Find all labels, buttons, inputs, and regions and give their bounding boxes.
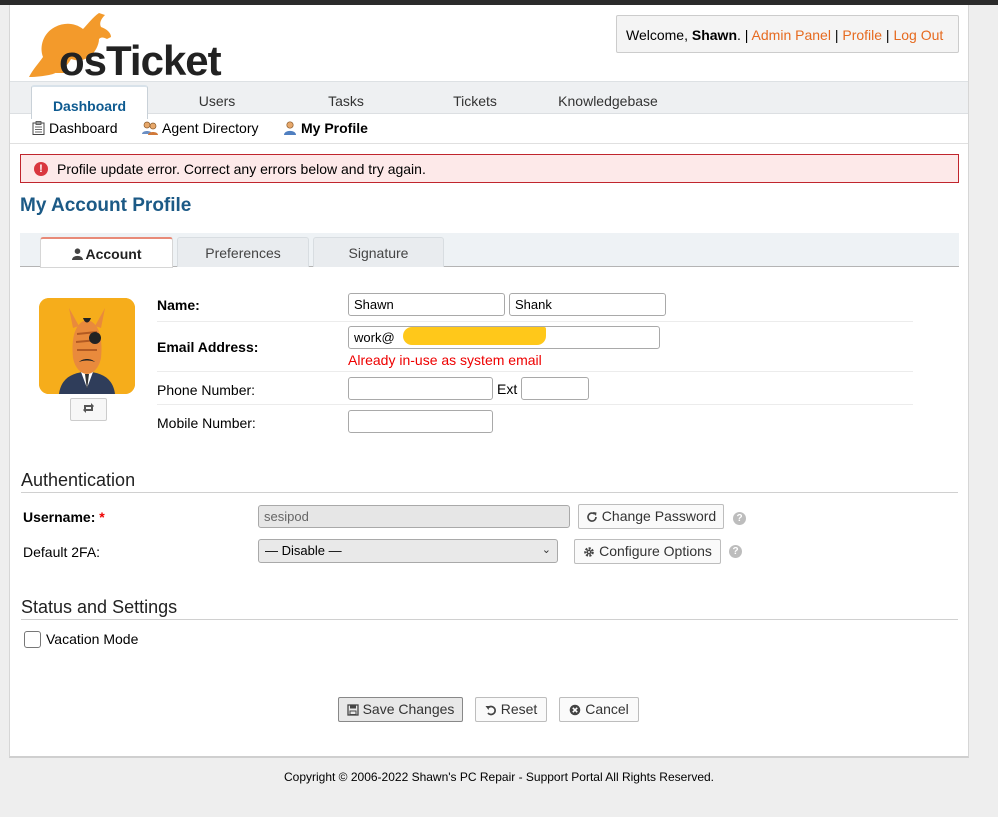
welcome-suffix: . xyxy=(737,27,745,43)
mobile-label: Mobile Number: xyxy=(157,415,256,431)
first-name-input[interactable]: Shawn xyxy=(348,293,505,316)
subnav-item-my-profile[interactable]: My Profile xyxy=(283,120,368,136)
change-password-button[interactable]: Change Password xyxy=(578,504,724,529)
vacation-mode-checkbox[interactable] xyxy=(24,631,41,648)
phone-label: Phone Number: xyxy=(157,382,256,398)
username-label: Username: * xyxy=(23,509,105,525)
tab-account-label: Account xyxy=(85,246,142,262)
tab-signature[interactable]: Signature xyxy=(313,237,444,267)
logout-link[interactable]: Log Out xyxy=(893,27,943,43)
authentication-title: Authentication xyxy=(21,470,136,490)
refresh-icon xyxy=(587,512,597,522)
profile-link[interactable]: Profile xyxy=(842,27,882,43)
subnav-label-dashboard: Dashboard xyxy=(49,120,118,136)
agents-icon xyxy=(142,121,158,135)
section-divider xyxy=(21,492,958,493)
cancel-label: Cancel xyxy=(585,701,629,717)
nav-tab-tasks[interactable]: Tasks xyxy=(306,82,386,114)
user-profile-icon xyxy=(284,121,296,135)
default-2fa-selected: — Disable — xyxy=(265,543,342,558)
divider xyxy=(157,321,913,322)
change-password-label: Change Password xyxy=(601,508,717,524)
configure-options-label: Configure Options xyxy=(599,543,712,559)
undo-icon xyxy=(485,705,496,716)
retweet-icon xyxy=(83,403,94,413)
page-container: osTicket Welcome, Shawn. | Admin Panel |… xyxy=(9,5,969,758)
username-input: sesipod xyxy=(258,505,570,528)
logo-wordmark: osTicket xyxy=(59,37,222,84)
welcome-user-name: Shawn xyxy=(691,27,737,43)
default-2fa-select[interactable]: — Disable — ⌄ xyxy=(258,539,558,563)
mobile-input[interactable] xyxy=(348,410,493,433)
divider xyxy=(157,371,913,372)
username-label-text: Username: xyxy=(23,509,96,525)
required-marker: * xyxy=(99,509,105,525)
subnav-label-agent-directory: Agent Directory xyxy=(162,120,259,136)
change-avatar-button[interactable] xyxy=(70,398,107,421)
reset-label: Reset xyxy=(500,701,538,717)
phone-input[interactable] xyxy=(348,377,493,400)
help-icon[interactable]: ? xyxy=(733,512,746,525)
nav-tab-tickets[interactable]: Tickets xyxy=(434,82,516,114)
help-icon[interactable]: ? xyxy=(729,545,742,558)
vacation-mode-label: Vacation Mode xyxy=(46,631,139,647)
error-icon: ! xyxy=(34,162,48,176)
main-nav: Dashboard Users Tasks Tickets Knowledgeb… xyxy=(10,81,968,119)
nav-tab-knowledgebase[interactable]: Knowledgebase xyxy=(550,82,666,114)
footer-copyright: Copyright © 2006-2022 Shawn's PC Repair … xyxy=(283,770,714,784)
nav-tab-dashboard[interactable]: Dashboard xyxy=(31,85,148,119)
subnav-item-agent-directory[interactable]: Agent Directory xyxy=(142,120,258,136)
last-name-input[interactable]: Shank xyxy=(509,293,666,316)
user-icon xyxy=(71,248,83,260)
redaction-mark xyxy=(403,327,546,345)
name-label: Name: xyxy=(157,297,200,313)
subnav-item-dashboard[interactable]: Dashboard xyxy=(32,120,118,136)
osticket-logo[interactable]: osTicket xyxy=(19,11,229,84)
save-changes-button[interactable]: Save Changes xyxy=(338,697,463,722)
cancel-icon xyxy=(569,704,581,716)
sub-nav: Dashboard Agent Directory My Profile xyxy=(10,115,968,144)
tab-account[interactable]: Account xyxy=(40,237,173,268)
divider xyxy=(157,404,913,405)
default-2fa-label: Default 2FA: xyxy=(23,544,101,560)
subnav-label-my-profile: My Profile xyxy=(301,120,368,136)
cancel-button[interactable]: Cancel xyxy=(559,697,639,722)
admin-panel-link[interactable]: Admin Panel xyxy=(752,27,831,43)
section-divider xyxy=(21,619,958,620)
page-title: My Account Profile xyxy=(20,195,192,216)
gear-icon xyxy=(584,547,594,557)
status-settings-title: Status and Settings xyxy=(21,597,178,617)
avatar xyxy=(39,298,135,394)
ext-label: Ext xyxy=(497,381,518,397)
welcome-prefix: Welcome, xyxy=(626,27,692,43)
reset-button[interactable]: Reset xyxy=(475,697,547,722)
nav-tab-users[interactable]: Users xyxy=(176,82,258,114)
chevron-down-icon: ⌄ xyxy=(541,544,551,556)
user-welcome-box: Welcome, Shawn. | Admin Panel | Profile … xyxy=(616,15,959,53)
profile-tabs: Account Preferences Signature xyxy=(20,233,959,268)
clipboard-icon xyxy=(32,121,45,135)
ext-input[interactable] xyxy=(521,377,589,400)
configure-options-button[interactable]: Configure Options xyxy=(574,539,721,564)
error-alert-message: Profile update error. Correct any errors… xyxy=(57,161,426,177)
email-label: Email Address: xyxy=(157,339,259,355)
error-alert: ! Profile update error. Correct any erro… xyxy=(20,154,959,183)
avatar-image xyxy=(39,298,135,394)
tab-preferences[interactable]: Preferences xyxy=(177,237,309,267)
email-error-text: Already in-use as system email xyxy=(348,352,542,368)
save-icon xyxy=(346,704,359,716)
save-changes-label: Save Changes xyxy=(362,701,455,717)
